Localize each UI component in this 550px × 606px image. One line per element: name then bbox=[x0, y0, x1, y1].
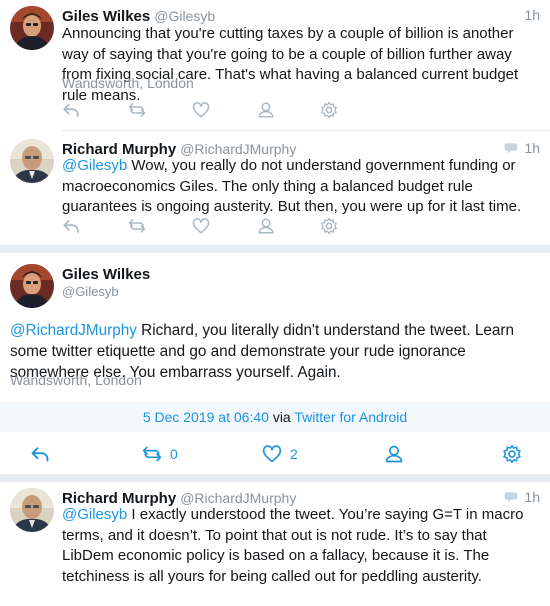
author-name[interactable]: Giles Wilkes bbox=[62, 8, 150, 25]
tweet-meta-bar: 5 Dec 2019 at 06:40 via Twitter for Andr… bbox=[0, 402, 550, 432]
reply-icon[interactable] bbox=[62, 101, 82, 121]
tweet-giles-1[interactable]: Giles Wilkes @Gilesyb 1h Announcing that … bbox=[0, 0, 550, 130]
avatar-giles[interactable] bbox=[10, 264, 54, 308]
mention-link[interactable]: @RichardJMurphy bbox=[10, 322, 137, 339]
avatar-richard[interactable] bbox=[10, 488, 54, 532]
retweet-icon[interactable] bbox=[128, 217, 148, 237]
focused-action-bar: 0 2 bbox=[0, 442, 550, 466]
location[interactable]: Wandsworth, London bbox=[62, 75, 194, 91]
gear-icon bbox=[502, 444, 522, 464]
timestamp[interactable]: 1h bbox=[524, 7, 540, 23]
person-icon[interactable] bbox=[257, 217, 277, 237]
action-bar bbox=[62, 217, 362, 237]
retweet-icon bbox=[142, 444, 162, 464]
tweet-text-body: Wow, you really do not understand govern… bbox=[62, 157, 522, 215]
location[interactable]: Wandsworth, London bbox=[10, 372, 142, 388]
action-bar bbox=[62, 101, 362, 121]
reply-icon bbox=[30, 444, 50, 464]
retweet-count: 0 bbox=[170, 446, 178, 462]
author-handle[interactable]: @RichardJMurphy bbox=[180, 490, 296, 506]
heart-icon bbox=[262, 444, 282, 464]
like-button[interactable]: 2 bbox=[262, 442, 298, 466]
tweet-richard-1[interactable]: Richard Murphy @RichardJMurphy 1h @Gilesy… bbox=[0, 131, 550, 245]
speech-bubble-icon bbox=[504, 489, 520, 505]
gear-icon[interactable] bbox=[320, 101, 340, 121]
reply-icon[interactable] bbox=[62, 217, 82, 237]
timestamp[interactable]: 1h bbox=[524, 140, 540, 156]
settings-button[interactable] bbox=[502, 442, 522, 466]
timestamp[interactable]: 1h bbox=[524, 489, 540, 505]
author-name[interactable]: Giles Wilkes bbox=[62, 266, 150, 283]
separator-band bbox=[0, 245, 550, 253]
tweet-richard-2[interactable]: Richard Murphy @RichardJMurphy 1h @Gilesy… bbox=[0, 482, 550, 606]
tweet-text: @Gilesyb I exactly understood the tweet.… bbox=[62, 505, 542, 587]
speech-bubble-icon bbox=[504, 140, 520, 156]
person-icon[interactable] bbox=[257, 101, 277, 121]
heart-icon[interactable] bbox=[192, 101, 212, 121]
mention-link[interactable]: @Gilesyb bbox=[62, 157, 127, 174]
like-count: 2 bbox=[290, 446, 298, 462]
separator-band bbox=[0, 474, 550, 482]
author-handle[interactable]: @Gilesyb bbox=[154, 8, 215, 24]
gear-icon[interactable] bbox=[320, 217, 340, 237]
author-handle[interactable]: @Gilesyb bbox=[62, 284, 119, 299]
tweet-date[interactable]: 5 Dec 2019 at 06:40 bbox=[143, 409, 269, 425]
tweet-source[interactable]: Twitter for Android bbox=[294, 409, 407, 425]
tweet-text: Announcing that you're cutting taxes by … bbox=[62, 25, 519, 104]
mention-link[interactable]: @Gilesyb bbox=[62, 506, 127, 523]
retweet-icon[interactable] bbox=[128, 101, 148, 121]
via-label: via bbox=[272, 409, 291, 425]
author-handle[interactable]: @RichardJMurphy bbox=[180, 141, 296, 157]
person-icon bbox=[384, 444, 404, 464]
tweet-text: @Gilesyb Wow, you really do not understa… bbox=[62, 156, 542, 218]
tweet-text-body: I exactly understood the tweet. You’re s… bbox=[62, 506, 524, 585]
heart-icon[interactable] bbox=[192, 217, 212, 237]
avatar-richard[interactable] bbox=[10, 139, 54, 183]
retweet-button[interactable]: 0 bbox=[142, 442, 178, 466]
avatar-giles[interactable] bbox=[10, 6, 54, 50]
profile-button[interactable] bbox=[384, 442, 404, 466]
reply-button[interactable] bbox=[30, 442, 50, 466]
